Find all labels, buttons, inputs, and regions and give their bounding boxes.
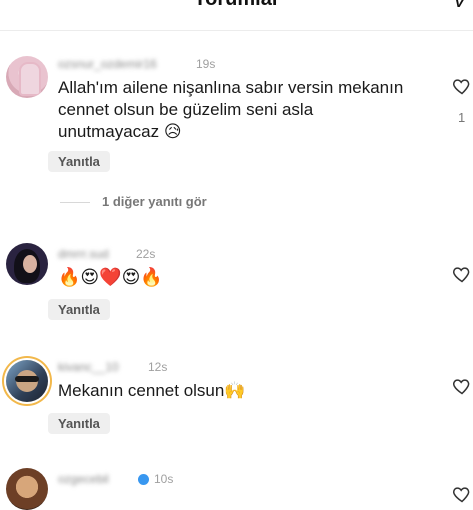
profile-avatar-icon[interactable] [6,56,48,98]
comment-time: 12s [148,360,168,374]
comment-username[interactable]: kivanc__10 [58,360,119,374]
heart-outline-icon[interactable] [452,484,472,504]
header-action-icon[interactable]: V [452,0,467,13]
heart-outline-icon[interactable] [452,76,472,96]
comment-text: Mekanın cennet olsun🙌 [58,381,246,400]
comment-text: Allah'ım ailene nişanlına sabır versin m… [58,78,404,141]
profile-avatar-icon[interactable] [6,468,48,510]
reply-thread-line [60,202,90,203]
comment-time: 22s [136,247,156,261]
comment-time: 19s [196,57,216,71]
comment-username[interactable]: ozgecebil [58,472,109,486]
comment-username[interactable]: ozsnur_ozdemir16 [58,57,157,71]
header-title: Yorumlar [0,0,473,11]
reply-button[interactable]: Yanıtla [48,151,110,172]
reply-button[interactable]: Yanıtla [48,413,110,434]
verified-badge-icon [138,474,149,485]
view-more-replies-label[interactable]: 1 diğer yanıtı gör [102,194,207,209]
comment-username[interactable]: dmrrr.sud [58,247,109,261]
profile-avatar-icon[interactable] [6,360,48,402]
heart-outline-icon[interactable] [452,376,472,396]
comment-time: 10s [154,472,174,486]
profile-avatar-icon[interactable] [6,243,48,285]
heart-outline-icon[interactable] [452,264,472,284]
reply-button[interactable]: Yanıtla [48,299,110,320]
like-count: 1 [458,110,466,125]
comments-header: Yorumlar V [0,0,473,31]
comment-text: 🔥😍❤️😍🔥 [58,267,163,288]
